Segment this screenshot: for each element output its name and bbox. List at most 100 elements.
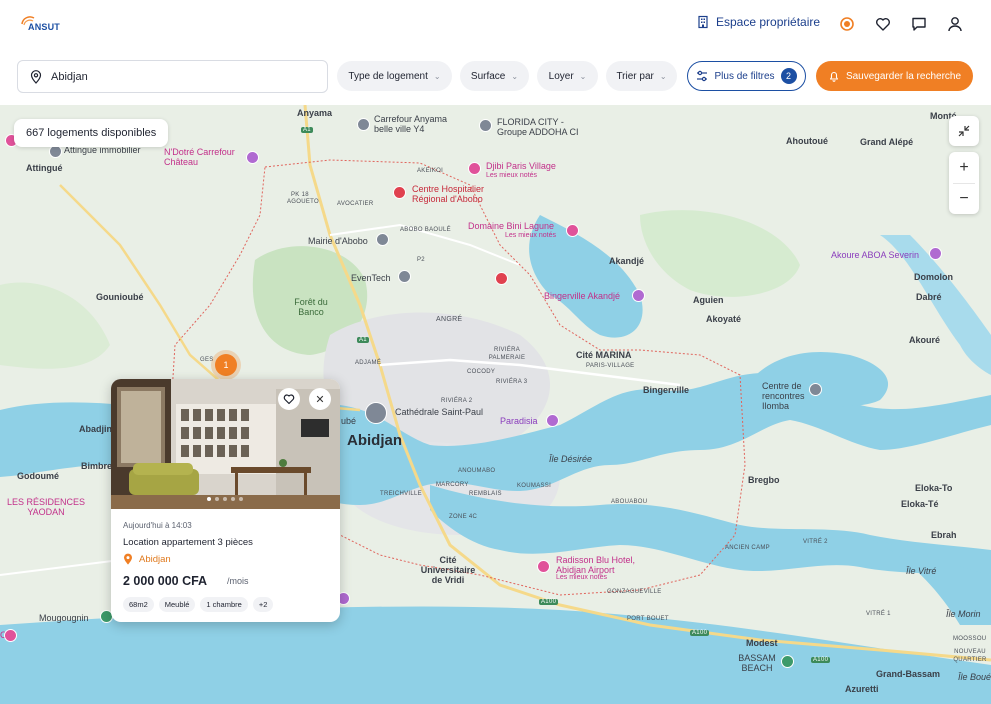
pagination-dot[interactable] [231, 497, 235, 501]
map-label-ancien-camp: ANCIEN CAMP [725, 545, 770, 551]
map-label-akoyate: Akoyaté [706, 314, 742, 324]
map-label-ube: ubé [341, 416, 357, 426]
map-label-cocody: COCODY [467, 369, 496, 375]
map-label-bimbre: Bimbre [81, 461, 113, 471]
map-label-treichville: TREICHVILLE [380, 491, 422, 497]
map-label-mieux-2: Les mieux notés [505, 232, 556, 239]
sort-dropdown[interactable]: Trier par ⌄ [606, 61, 677, 91]
chevron-down-icon: ⌄ [511, 71, 519, 81]
map-label-cite-univ: Cité Universitaire de Vridi [420, 555, 476, 585]
owner-space-link[interactable]: Espace propriétaire [696, 15, 820, 29]
map-label-ile-morin: Île Morin [946, 609, 981, 619]
map-label-grand-bassam: Grand-Bassam [876, 669, 941, 679]
map-label-eventech: EvenTech [351, 273, 391, 283]
sort-label: Trier par [616, 70, 654, 82]
map-view[interactable]: Anyama Carrefour Anyama belle ville Y4 F… [0, 105, 991, 704]
listing-tag: Meublé [158, 597, 196, 612]
listing-photo[interactable]: ✕ [111, 379, 340, 509]
map-label-eloka-to: Eloka-To [915, 483, 953, 493]
zoom-out-button[interactable]: − [949, 183, 979, 214]
map-label-grand-alepe: Grand Alépé [860, 137, 914, 147]
map-label-dabre: Dabré [916, 292, 942, 302]
app-header: ANSUT Espace propriétaire [0, 0, 991, 50]
pagination-dot[interactable] [207, 497, 211, 501]
map-label-cite-marina: Cité MARINA [576, 350, 632, 360]
hospital-marker[interactable] [393, 186, 406, 199]
listing-title[interactable]: Location appartement 3 pièces [123, 537, 253, 548]
poi-marker[interactable] [537, 560, 550, 573]
zoom-in-button[interactable]: + [949, 152, 979, 183]
poi-marker[interactable] [246, 151, 259, 164]
poi-marker[interactable] [468, 162, 481, 175]
listing-tag: 1 chambre [200, 597, 248, 612]
account-button[interactable] [945, 14, 965, 34]
map-label-koumassi: KOUMASSI [517, 483, 552, 489]
listing-tag-more[interactable]: +2 [252, 597, 274, 612]
map-label-mairie: Mairie d'Abobo [308, 236, 368, 246]
building-icon [698, 15, 708, 29]
listing-location-label: Abidjan [139, 553, 171, 565]
listing-cluster-marker[interactable]: 1 [215, 354, 237, 376]
map-label-bingerville-akandje: Bingerville Akandjé [544, 291, 621, 301]
location-search-input[interactable]: Abidjan [17, 60, 328, 93]
listing-card[interactable]: ✕ Aujourd'hui à 14:03 Location apparteme… [111, 379, 340, 622]
heart-icon [283, 394, 295, 405]
notification-button[interactable] [837, 14, 857, 34]
poi-marker[interactable] [781, 655, 794, 668]
housing-type-dropdown[interactable]: Type de logement ⌄ [337, 61, 452, 91]
map-label-godoume: Godoumé [17, 471, 59, 481]
favorite-button[interactable] [278, 388, 300, 410]
filter-bar: Abidjan Type de logement ⌄ Surface ⌄ Loy… [0, 49, 991, 106]
surface-dropdown[interactable]: Surface ⌄ [460, 61, 529, 91]
close-card-button[interactable]: ✕ [309, 388, 331, 410]
poi-marker[interactable] [632, 289, 645, 302]
map-label-azuretti: Azuretti [845, 684, 879, 694]
pagination-dot[interactable] [223, 497, 227, 501]
rent-dropdown[interactable]: Loyer ⌄ [537, 61, 598, 91]
fullscreen-button[interactable] [949, 116, 979, 146]
poi-marker[interactable] [546, 414, 559, 427]
apartment-photo [111, 379, 340, 509]
map-label-riviera-3: RIVIÉRA 3 [496, 379, 528, 385]
map-label-akoure-aboa: Akoure ABOA Severin [831, 250, 920, 260]
ansut-logo[interactable]: ANSUT [18, 12, 78, 38]
map-label-foret: Forêt du Banco [294, 297, 328, 317]
map-label-akandje: Akandjé [609, 256, 645, 266]
map-label-remblais: REMBLAIS [469, 491, 502, 497]
collapse-icon [958, 125, 970, 137]
poi-marker[interactable] [4, 629, 17, 642]
save-search-button[interactable]: Sauvegarder la recherche [816, 61, 973, 91]
poi-marker[interactable] [479, 119, 492, 132]
map-label-vitre-1: VITRÉ 1 [866, 611, 891, 617]
map-label-akeikoi: AKEIKOI [417, 168, 444, 174]
map-label-eloka-te: Eloka-Té [901, 499, 939, 509]
messages-button[interactable] [909, 14, 929, 34]
poi-marker[interactable] [929, 247, 942, 260]
hospital-marker[interactable] [495, 272, 508, 285]
poi-marker[interactable] [398, 270, 411, 283]
listing-location: Abidjan [123, 553, 171, 565]
more-filters-button[interactable]: Plus de filtres 2 [687, 61, 806, 91]
map-label-gouniobe: Gounioubé [96, 292, 144, 302]
cathedral-marker[interactable] [365, 402, 387, 424]
map-label-bregbo: Bregbo [748, 475, 780, 485]
rent-label: Loyer [548, 70, 574, 82]
listing-date: Aujourd'hui à 14:03 [123, 521, 192, 530]
poi-marker[interactable] [809, 383, 822, 396]
map-label-riviera-2: RIVIÉRA 2 [441, 398, 473, 404]
heart-icon [876, 18, 890, 31]
pagination-dot[interactable] [215, 497, 219, 501]
pagination-dot[interactable] [239, 497, 243, 501]
map-label-mieux-3: Les mieux notés [556, 574, 607, 581]
map-label-carrefour: Carrefour Anyama belle ville Y4 [374, 114, 448, 134]
poi-marker[interactable] [357, 118, 370, 131]
favorites-button[interactable] [873, 14, 893, 34]
map-label-ahoutoue: Ahoutoué [786, 136, 828, 146]
map-label-abadjin: Abadjin [79, 424, 112, 434]
map-label-abidjan: Abidjan [347, 432, 402, 449]
map-label-cathedrale: Cathédrale Saint-Paul [395, 407, 484, 417]
poi-marker[interactable] [376, 233, 389, 246]
save-search-label: Sauvegarder la recherche [845, 70, 962, 82]
map-label-avocatier: AVOCATIER [337, 201, 374, 207]
poi-marker[interactable] [566, 224, 579, 237]
